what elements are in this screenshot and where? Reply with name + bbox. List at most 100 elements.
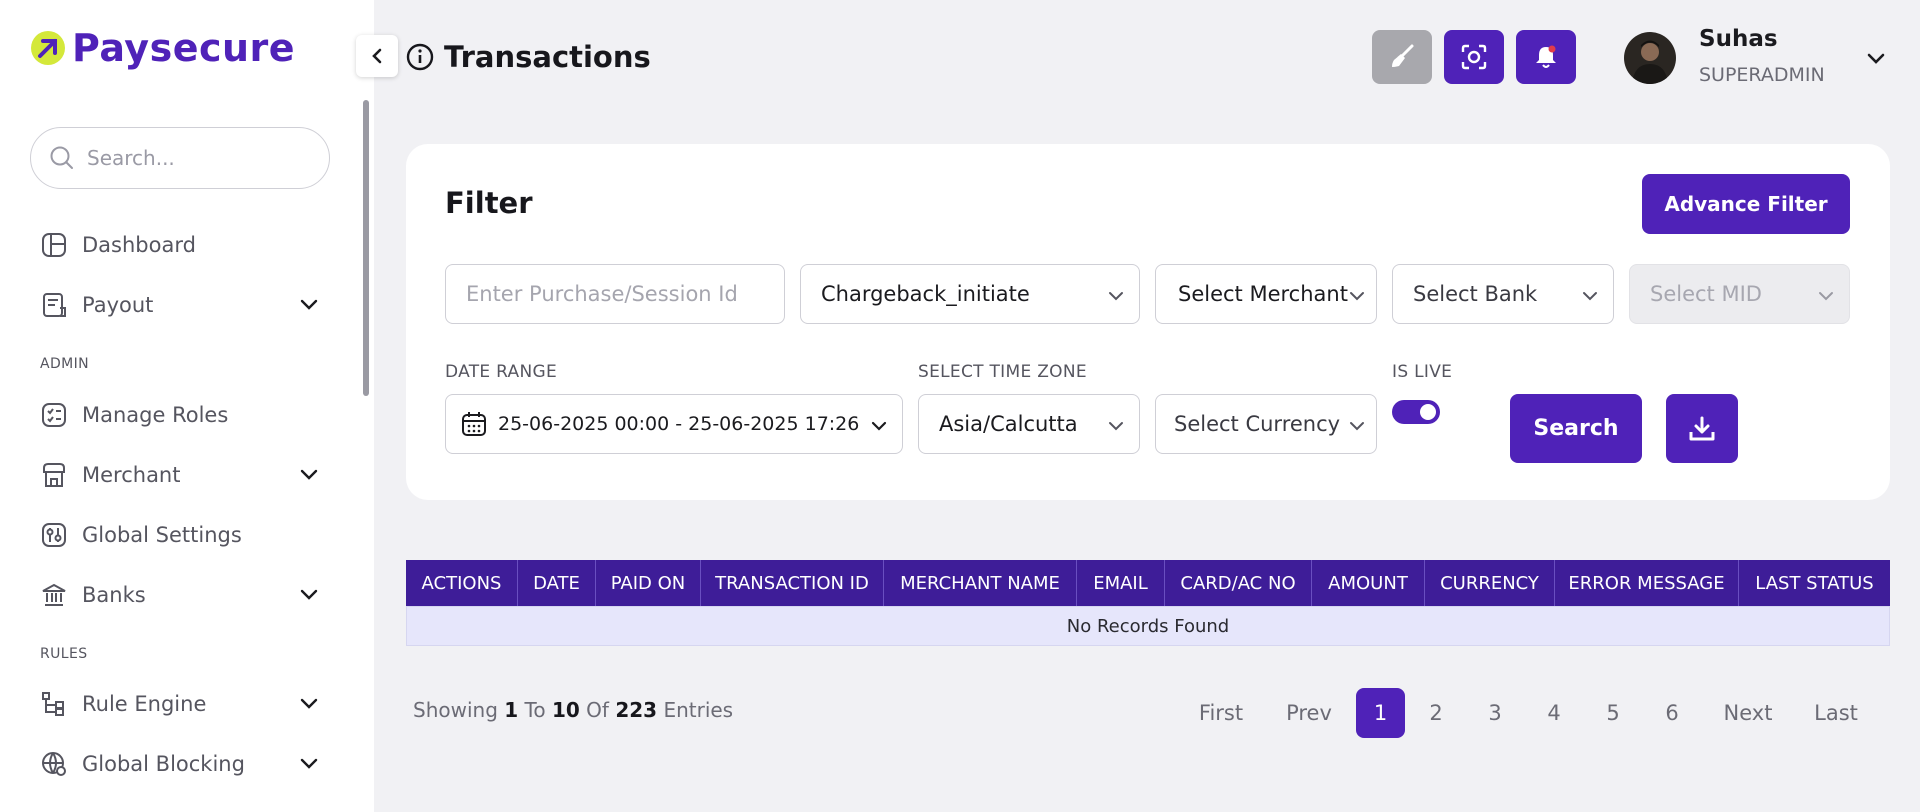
mid-select[interactable]: Select MID: [1629, 264, 1850, 324]
broom-icon: [1392, 44, 1414, 67]
brand-logo[interactable]: Paysecure: [30, 26, 295, 70]
pagination-page-6[interactable]: 6: [1652, 688, 1692, 738]
pagination-last[interactable]: Last: [1802, 688, 1870, 738]
is-live-toggle[interactable]: [1392, 400, 1440, 424]
merchant-select[interactable]: Select Merchant: [1155, 264, 1377, 324]
range-from: 1: [504, 698, 519, 722]
chevron-down-icon: [1109, 422, 1123, 431]
chevron-down-icon[interactable]: [298, 692, 320, 714]
column-header-card-ac-no[interactable]: CARD/AC NO: [1165, 560, 1312, 606]
transactions-table-header: ACTIONS DATE PAID ON TRANSACTION ID MERC…: [406, 560, 1890, 606]
screenshot-button[interactable]: [1444, 30, 1504, 84]
search-button[interactable]: Search: [1510, 394, 1642, 463]
column-header-currency[interactable]: CURRENCY: [1425, 560, 1555, 606]
pagination-page-1[interactable]: 1: [1356, 688, 1405, 738]
column-header-merchant-name[interactable]: MERCHANT NAME: [884, 560, 1077, 606]
sidebar-search-input[interactable]: Search...: [30, 127, 330, 189]
user-name[interactable]: Suhas: [1699, 26, 1778, 52]
rule-engine-icon: [40, 690, 68, 718]
page-title: Transactions: [406, 40, 651, 74]
is-live-label: IS LIVE: [1392, 362, 1453, 382]
pagination-prev[interactable]: Prev: [1276, 688, 1342, 738]
pagination-next[interactable]: Next: [1714, 688, 1782, 738]
chevron-down-icon[interactable]: [298, 752, 320, 774]
payout-icon: [40, 291, 68, 319]
chevron-down-icon: [1109, 292, 1123, 301]
sidebar-item-label: Merchant: [82, 463, 181, 487]
column-header-transaction-id[interactable]: TRANSACTION ID: [701, 560, 884, 606]
sidebar-item-label: Banks: [82, 583, 146, 607]
status-select-value: Chargeback_initiate: [821, 282, 1030, 306]
column-header-paid-on[interactable]: PAID ON: [596, 560, 701, 606]
sidebar-item-label: Global Settings: [82, 523, 242, 547]
date-range-picker[interactable]: 25-06-2025 00:00 - 25-06-2025 17:26: [445, 394, 903, 454]
pagination-page-5[interactable]: 5: [1593, 688, 1633, 738]
sidebar-item-global-blocking[interactable]: Global Blocking: [40, 744, 320, 784]
empty-table-message: No Records Found: [406, 606, 1890, 646]
chevron-down-icon: [1819, 292, 1833, 301]
sidebar-item-label: Dashboard: [82, 233, 196, 257]
settings-sliders-icon: [40, 521, 68, 549]
status-select[interactable]: Chargeback_initiate: [800, 264, 1140, 324]
bank-select[interactable]: Select Bank: [1392, 264, 1614, 324]
sidebar-item-merchant[interactable]: Merchant: [40, 455, 320, 495]
entries-summary: Showing 1 To 10 Of 223 Entries: [413, 698, 733, 722]
column-header-amount[interactable]: AMOUNT: [1312, 560, 1425, 606]
user-role: SUPERADMIN: [1699, 64, 1825, 86]
calendar-icon: [462, 412, 486, 436]
showing-label: Showing: [413, 698, 498, 722]
chevron-down-icon: [1350, 292, 1364, 301]
chevron-down-icon[interactable]: [1864, 46, 1888, 70]
search-icon: [50, 146, 73, 169]
info-icon[interactable]: [406, 43, 434, 71]
bell-icon: [1536, 45, 1556, 68]
chevron-down-icon: [871, 421, 887, 431]
page-title-text: Transactions: [444, 40, 651, 74]
pagination-page-2[interactable]: 2: [1416, 688, 1456, 738]
chevron-down-icon[interactable]: [298, 463, 320, 485]
sidebar-scrollbar[interactable]: [363, 100, 369, 396]
column-header-last-status[interactable]: LAST STATUS: [1739, 560, 1890, 606]
sidebar-item-global-settings[interactable]: Global Settings: [40, 515, 320, 555]
download-icon: [1689, 416, 1715, 440]
chevron-down-icon[interactable]: [298, 293, 320, 315]
sidebar-collapse-button[interactable]: [356, 35, 398, 77]
currency-select[interactable]: Select Currency: [1155, 394, 1377, 454]
section-label-admin: ADMIN: [40, 356, 90, 372]
column-header-error-message[interactable]: ERROR MESSAGE: [1555, 560, 1739, 606]
sidebar-item-manage-roles[interactable]: Manage Roles: [40, 395, 320, 435]
sidebar-item-label: Payout: [82, 293, 154, 317]
bank-icon: [40, 581, 68, 609]
pagination-page-3[interactable]: 3: [1475, 688, 1515, 738]
timezone-select[interactable]: Asia/Calcutta: [918, 394, 1140, 454]
sidebar-item-rule-engine[interactable]: Rule Engine: [40, 684, 320, 724]
dashboard-icon: [40, 231, 68, 259]
chevron-down-icon[interactable]: [298, 583, 320, 605]
to-label: To: [524, 698, 546, 722]
pagination-first[interactable]: First: [1186, 688, 1256, 738]
sidebar-item-dashboard[interactable]: Dashboard: [40, 225, 320, 265]
sidebar-item-payout[interactable]: Payout: [40, 285, 320, 325]
filter-title: Filter: [445, 186, 533, 220]
column-header-email[interactable]: EMAIL: [1077, 560, 1165, 606]
column-header-date[interactable]: DATE: [518, 560, 596, 606]
bank-select-value: Select Bank: [1413, 282, 1538, 306]
avatar[interactable]: [1624, 32, 1676, 84]
column-header-actions[interactable]: ACTIONS: [406, 560, 518, 606]
toggle-knob: [1420, 404, 1436, 420]
globe-block-icon: [40, 750, 68, 778]
chevron-down-icon: [1350, 422, 1364, 431]
pagination-page-4[interactable]: 4: [1534, 688, 1574, 738]
purchase-session-input[interactable]: Enter Purchase/Session Id: [445, 264, 785, 324]
download-button[interactable]: [1666, 394, 1738, 463]
chevron-left-icon: [372, 48, 382, 64]
sidebar-item-banks[interactable]: Banks: [40, 575, 320, 615]
currency-select-value: Select Currency: [1174, 412, 1341, 436]
advance-filter-button[interactable]: Advance Filter: [1642, 174, 1850, 234]
clear-cache-button[interactable]: [1372, 30, 1432, 84]
timezone-label: SELECT TIME ZONE: [918, 362, 1087, 382]
paysecure-logo-icon: [31, 31, 65, 65]
total-entries: 223: [615, 698, 658, 722]
notifications-button[interactable]: [1516, 30, 1576, 84]
of-label: Of: [586, 698, 609, 722]
